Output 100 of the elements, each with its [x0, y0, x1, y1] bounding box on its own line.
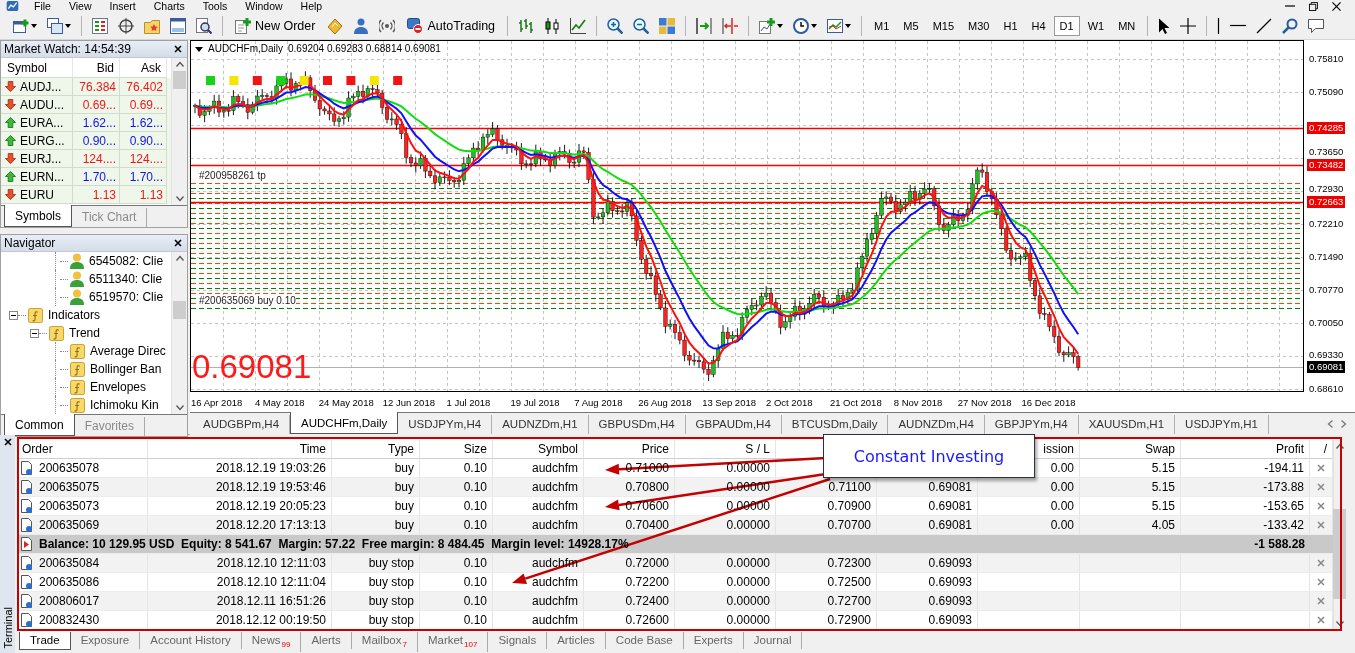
cursor-icon[interactable] — [1158, 17, 1171, 34]
quote-row[interactable]: EURU 1.13 1.13 — [1, 186, 171, 204]
tree-item[interactable]: Ichimoku Kin — [90, 398, 159, 412]
chart-tab[interactable]: USDJPYm,H4 — [398, 415, 493, 434]
column-header[interactable]: Time — [299, 442, 326, 456]
new-order-button[interactable]: New Order — [231, 15, 320, 36]
tree-item[interactable]: Bollinger Ban — [90, 362, 162, 376]
terminal-tab[interactable]: Signals — [488, 632, 548, 649]
tree-item[interactable]: Trend — [69, 326, 100, 340]
close-icon[interactable] — [3, 438, 12, 446]
template-icon[interactable] — [827, 17, 852, 34]
quote-row[interactable]: EURA... 1.62... 1.62... — [1, 114, 171, 132]
tree-item[interactable]: Average Direc — [90, 344, 166, 358]
menu-item[interactable]: View — [59, 0, 101, 12]
trend-line-icon[interactable] — [1256, 17, 1273, 34]
menu-item[interactable]: File — [25, 0, 60, 12]
column-header[interactable]: Price — [641, 442, 669, 456]
period-button[interactable]: M5 — [897, 15, 925, 36]
quote-row[interactable]: AUDJ... 76.384 76.402 — [1, 78, 171, 96]
menu-item[interactable]: Window — [236, 0, 292, 12]
crosshair-icon[interactable] — [1180, 17, 1197, 34]
vertical-line-icon[interactable] — [1217, 17, 1221, 34]
menu-item[interactable]: Insert — [100, 0, 145, 12]
chart-tab[interactable]: USDJPYm,H1 — [1175, 415, 1269, 434]
line-chart-icon[interactable] — [570, 17, 587, 34]
close-icon[interactable] — [174, 239, 182, 247]
scrollbar-thumb[interactable] — [173, 301, 186, 319]
quote-row[interactable]: EURG... 0.90... 0.90... — [1, 132, 171, 150]
zoom-in-icon[interactable] — [607, 17, 624, 34]
chart-tab[interactable]: AUDCHFm,Daily — [290, 412, 399, 434]
column-header[interactable]: Ask — [141, 60, 161, 75]
terminal-tab[interactable]: Alerts — [301, 632, 352, 649]
terminal-tab[interactable]: News$_{99}$ — [241, 632, 302, 653]
collapse-icon[interactable] — [30, 328, 39, 338]
add-indicator-icon[interactable] — [759, 17, 784, 34]
menu-item[interactable]: Help — [291, 0, 332, 12]
table-row[interactable]: 200635069 2018.12.20 17:13:13 buy 0.10 audchfm 0.70400 0.00000 0.70700 0.69081 0.00 4.05 -133.42 — [17, 516, 1333, 535]
terminal-tab[interactable]: Account History — [140, 632, 242, 649]
column-header[interactable]: Swap — [1144, 442, 1175, 456]
auto-scroll-icon[interactable] — [696, 17, 713, 34]
period-button[interactable]: H4 — [1025, 15, 1052, 36]
quote-row[interactable]: EURJ... 124.... 124.... — [1, 150, 171, 168]
scroll-right-icon[interactable] — [1341, 420, 1347, 428]
column-header[interactable]: Type — [388, 442, 414, 456]
period-button[interactable]: D1 — [1053, 15, 1080, 36]
terminal-tab[interactable]: Code Base — [605, 632, 684, 649]
column-header[interactable]: Order — [22, 442, 53, 456]
panel-tab[interactable]: Symbols — [4, 205, 72, 227]
folder-star-icon[interactable] — [144, 17, 160, 34]
period-button[interactable]: M15 — [926, 15, 961, 36]
diamond-icon[interactable] — [327, 17, 344, 34]
search-icon[interactable] — [1282, 17, 1299, 34]
terminal-tab[interactable]: Journal — [743, 632, 803, 649]
quotes-list-icon[interactable] — [92, 17, 108, 34]
table-row[interactable]: 200832430 2018.12.12 00:19:50 buy stop 0.10 audchfm 0.72600 0.00000 0.72900 0.69093 — [17, 611, 1333, 630]
column-header[interactable]: Symbol — [7, 60, 47, 75]
chart-tab[interactable]: GBPAUDm,H4 — [685, 415, 782, 434]
chart-tab[interactable]: GBPUSDm,H4 — [588, 415, 686, 434]
column-header[interactable]: S / L — [745, 442, 770, 456]
menu-item[interactable]: Charts — [144, 0, 194, 12]
tree-item[interactable]: Envelopes — [90, 380, 147, 394]
terminal-tab[interactable]: Articles — [547, 632, 606, 649]
column-header[interactable]: ission — [1043, 442, 1074, 456]
column-header[interactable]: / — [1323, 442, 1327, 456]
account-item[interactable]: 6519570: Clie — [89, 290, 164, 304]
tile-windows-icon[interactable] — [659, 17, 676, 34]
menu-item[interactable]: Tools — [193, 0, 237, 12]
scrollbar[interactable] — [171, 252, 187, 414]
scroll-down-icon[interactable] — [1335, 621, 1344, 627]
panel-tab[interactable]: Common — [4, 414, 75, 436]
terminal-tab[interactable]: Trade — [19, 632, 71, 650]
window-panel-icon[interactable] — [170, 17, 186, 34]
collapse-icon[interactable] — [9, 310, 18, 320]
quote-row[interactable]: AUDU... 0.69... 0.69... — [1, 96, 171, 114]
scroll-up-icon[interactable] — [1335, 443, 1344, 449]
scrollbar-thumb[interactable] — [173, 71, 186, 89]
zoom-out-icon[interactable] — [633, 17, 650, 34]
scroll-left-icon[interactable] — [1327, 420, 1333, 428]
caret-icon[interactable] — [195, 46, 203, 52]
broadcast-icon[interactable] — [379, 17, 396, 34]
horizontal-line-icon[interactable] — [1230, 24, 1247, 27]
period-button[interactable]: W1 — [1081, 15, 1111, 36]
close-icon[interactable] — [174, 45, 182, 53]
chart-tab[interactable]: AUDNZDm,H1 — [492, 415, 589, 434]
autotrading-button[interactable]: AutoTrading — [403, 15, 500, 36]
page-magnifier-icon[interactable] — [196, 17, 212, 34]
person-icon[interactable] — [353, 17, 370, 34]
period-button[interactable]: M30 — [962, 15, 996, 36]
window-plus-icon[interactable] — [13, 17, 37, 34]
chart-tab[interactable]: XAUUSDm,H1 — [1078, 415, 1176, 434]
scroll-up-icon[interactable] — [175, 255, 184, 261]
period-button[interactable]: MN — [1112, 15, 1142, 36]
account-item[interactable]: 6511340: Clie — [89, 272, 163, 286]
bar-chart-icon[interactable] — [518, 17, 535, 34]
column-header[interactable]: Symbol — [538, 442, 578, 456]
target-icon[interactable] — [118, 17, 134, 34]
windows-icon[interactable] — [47, 17, 71, 34]
quote-row[interactable]: EURN... 1.70... 1.70... — [1, 168, 171, 186]
terminal-tab[interactable]: Mailbox$_{7}$ — [351, 632, 418, 653]
account-item[interactable]: 6545082: Clie — [89, 254, 164, 268]
